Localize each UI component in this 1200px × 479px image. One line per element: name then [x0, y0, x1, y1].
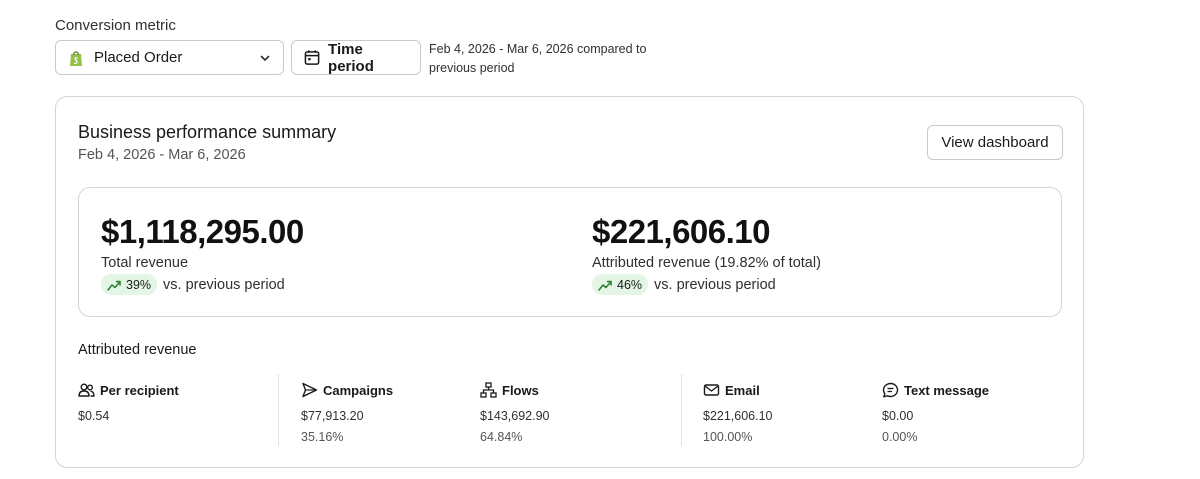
total-revenue-stat: $1,118,295.00 Total revenue 39% vs. prev…: [101, 212, 304, 295]
revenue-summary-box: $1,118,295.00 Total revenue 39% vs. prev…: [78, 187, 1062, 317]
change-badge: 39%: [101, 274, 158, 295]
metric-flows: Flows $143,692.90 64.84%: [480, 382, 550, 444]
metric-text-message: Text message $0.00 0.00%: [882, 382, 989, 445]
total-revenue-change: 39% vs. previous period: [101, 274, 304, 295]
metric-percent: 35.16%: [301, 430, 344, 444]
conversion-metric-value: Placed Order: [94, 49, 183, 66]
metric-header: Per recipient: [78, 382, 179, 398]
send-icon: [302, 382, 318, 398]
card-title: Business performance summary: [78, 122, 337, 142]
metric-label: Flows: [502, 382, 539, 398]
people-icon: [78, 383, 95, 397]
conversion-metric-select[interactable]: Placed Order: [55, 40, 284, 75]
change-comparison-text: vs. previous period: [163, 276, 285, 293]
change-comparison-text: vs. previous period: [654, 276, 776, 293]
metric-header: Flows: [480, 382, 550, 398]
metric-email: Email $221,606.10 100.00%: [703, 382, 773, 445]
metric-campaigns: Campaigns $77,913.20 35.16%: [301, 382, 393, 445]
total-revenue-caption: Total revenue: [101, 255, 189, 271]
attributed-revenue-stat: $221,606.10 Attributed revenue (19.82% o…: [592, 212, 821, 295]
column-divider: [278, 374, 279, 446]
time-period-label: Time period: [328, 40, 374, 75]
metric-per-recipient: Per recipient $0.54: [78, 382, 179, 424]
metric-percent: 100.00%: [703, 430, 753, 444]
metric-label: Text message: [904, 382, 990, 398]
metric-label: Per recipient: [100, 382, 179, 398]
time-period-button[interactable]: Time period: [291, 40, 421, 75]
total-revenue-value: $1,118,295.00: [101, 213, 304, 250]
change-percent: 39%: [126, 277, 152, 292]
column-divider: [681, 374, 682, 446]
metric-percent: 64.84%: [480, 430, 523, 444]
attributed-revenue-value: $221,606.10: [592, 213, 771, 250]
metric-label: Campaigns: [323, 382, 394, 398]
change-percent: 46%: [617, 277, 643, 292]
metric-header: Email: [703, 382, 773, 398]
metric-label: Email: [725, 382, 760, 398]
change-badge: 46%: [592, 274, 649, 295]
business-performance-card: Business performance summary Feb 4, 2026…: [55, 96, 1084, 468]
shopify-bag-icon: [70, 50, 82, 66]
metric-percent: 0.00%: [882, 430, 918, 444]
comparison-period-line1: Feb 4, 2026 - Mar 6, 2026 compared to: [429, 42, 647, 56]
comparison-period-line2: previous period: [429, 61, 515, 75]
mail-icon: [703, 384, 720, 396]
card-date-range: Feb 4, 2026 - Mar 6, 2026: [78, 147, 246, 163]
metric-value: $77,913.20: [301, 409, 364, 423]
view-dashboard-button[interactable]: View dashboard: [927, 125, 1063, 160]
comparison-period-text: Feb 4, 2026 - Mar 6, 2026 compared to pr…: [429, 40, 669, 78]
metric-header: Campaigns: [301, 382, 393, 398]
attributed-revenue-change: 46% vs. previous period: [592, 274, 821, 295]
metric-value: $0.54: [78, 409, 110, 423]
metric-value: $0.00: [882, 409, 914, 423]
chevron-down-icon: [260, 55, 270, 61]
trend-up-icon: [107, 280, 121, 291]
metric-header: Text message: [882, 382, 989, 398]
chat-icon: [882, 382, 899, 398]
metric-value: $143,692.90: [480, 409, 550, 423]
attributed-revenue-caption: Attributed revenue (19.82% of total): [592, 255, 821, 271]
flows-icon: [480, 382, 497, 398]
attributed-revenue-heading: Attributed revenue: [78, 342, 197, 358]
trend-up-icon: [598, 280, 612, 291]
conversion-metric-label: Conversion metric: [55, 17, 176, 34]
calendar-icon: [304, 50, 320, 65]
metric-value: $221,606.10: [703, 409, 773, 423]
